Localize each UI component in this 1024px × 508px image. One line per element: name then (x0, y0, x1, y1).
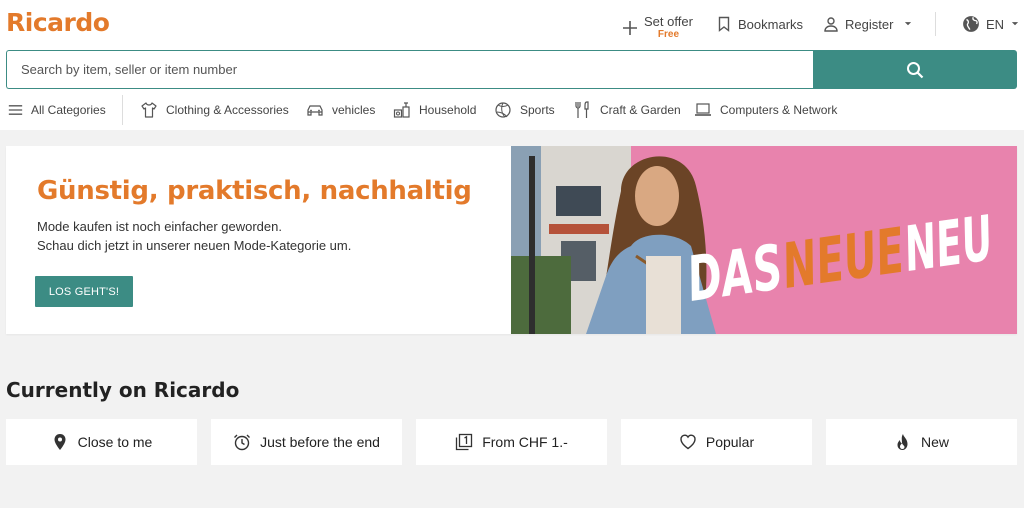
card-label: Just before the end (260, 434, 380, 450)
category-craft-garden[interactable]: Craft & Garden (574, 99, 681, 121)
category-vehicles[interactable]: vehicles (306, 99, 375, 121)
language-selector[interactable]: EN (962, 10, 1020, 38)
bookmark-icon (718, 16, 730, 32)
category-label: vehicles (332, 103, 376, 117)
quick-filter-cards: Close to me Just before the end From CHF… (6, 419, 1017, 465)
ball-icon (495, 102, 511, 118)
category-label: Craft & Garden (600, 103, 681, 117)
card-just-before-end[interactable]: Just before the end (211, 419, 402, 465)
promo-banner[interactable]: Günstig, praktisch, nachhaltig Mode kauf… (6, 146, 1017, 334)
card-popular[interactable]: Popular (621, 419, 812, 465)
card-label: From CHF 1.- (482, 434, 568, 450)
category-clothing[interactable]: Clothing & Accessories (140, 99, 289, 121)
banner-image-text-das: DAS (683, 230, 787, 316)
banner-title: Günstig, praktisch, nachhaltig (37, 176, 472, 206)
chevron-down-icon (1011, 22, 1019, 26)
card-from-chf-1[interactable]: From CHF 1.- (416, 419, 607, 465)
search-button[interactable] (813, 50, 1017, 89)
set-offer-label: Set offer (644, 14, 693, 29)
category-sports[interactable]: Sports (494, 99, 555, 121)
menu-icon (8, 105, 23, 115)
search-input[interactable] (6, 50, 813, 89)
price-one-icon (456, 433, 473, 451)
register-label: Register (845, 16, 894, 32)
heart-icon (680, 434, 696, 450)
user-icon (824, 17, 838, 32)
register-button[interactable]: Register (823, 10, 913, 38)
banner-image: DAS NEUE NEU (511, 146, 1017, 334)
category-computers[interactable]: Computers & Network (694, 99, 837, 121)
car-icon (307, 105, 323, 116)
set-offer-button[interactable]: Set offer Free (622, 14, 693, 42)
category-label: All Categories (31, 103, 106, 117)
category-divider (122, 95, 123, 125)
bookmarks-button[interactable]: Bookmarks (716, 10, 803, 38)
banner-line-2: Schau dich jetzt in unserer neuen Mode-K… (37, 238, 352, 253)
lets-go-button[interactable]: LOS GEHT'S! (35, 276, 133, 307)
banner-description: Mode kaufen ist noch einfacher geworden.… (37, 217, 351, 255)
header-divider (935, 12, 936, 36)
banner-text-panel: Günstig, praktisch, nachhaltig Mode kauf… (6, 146, 511, 334)
card-close-to-me[interactable]: Close to me (6, 419, 197, 465)
search-bar (6, 50, 1017, 89)
category-label: Computers & Network (720, 103, 838, 117)
laptop-icon (695, 103, 711, 116)
category-household[interactable]: Household (393, 99, 476, 121)
tools-icon (575, 101, 589, 118)
chevron-down-icon (905, 22, 912, 26)
shirt-icon (141, 102, 157, 118)
card-label: Popular (705, 434, 755, 450)
flame-icon (897, 434, 908, 450)
household-icon (393, 102, 410, 118)
fashion-model-illustration: DAS NEUE NEU (511, 146, 1017, 334)
card-label: Close to me (77, 434, 153, 450)
top-header: Ricardo Set offer Free Bookmarks Registe… (0, 0, 1024, 130)
globe-icon (963, 16, 979, 32)
banner-line-1: Mode kaufen ist noch einfacher geworden. (37, 219, 282, 234)
bookmarks-label: Bookmarks (738, 16, 804, 32)
category-label: Sports (520, 103, 555, 117)
card-new[interactable]: New (826, 419, 1017, 465)
section-title: Currently on Ricardo (6, 378, 240, 402)
search-icon (907, 61, 924, 78)
category-all[interactable]: All Categories (8, 99, 106, 121)
header-actions: Set offer Free Bookmarks Register EN (0, 10, 1024, 40)
location-pin-icon (54, 434, 66, 450)
language-label: EN (986, 16, 1005, 32)
category-label: Clothing & Accessories (166, 103, 289, 117)
category-label: Household (419, 103, 477, 117)
plus-icon (623, 21, 637, 35)
card-label: New (920, 434, 949, 450)
free-badge: Free (657, 29, 680, 40)
alarm-clock-icon (234, 434, 251, 451)
banner-image-text-neu: NEU (900, 201, 997, 286)
category-nav: All Categories Clothing & Accessories ve… (8, 95, 1018, 125)
